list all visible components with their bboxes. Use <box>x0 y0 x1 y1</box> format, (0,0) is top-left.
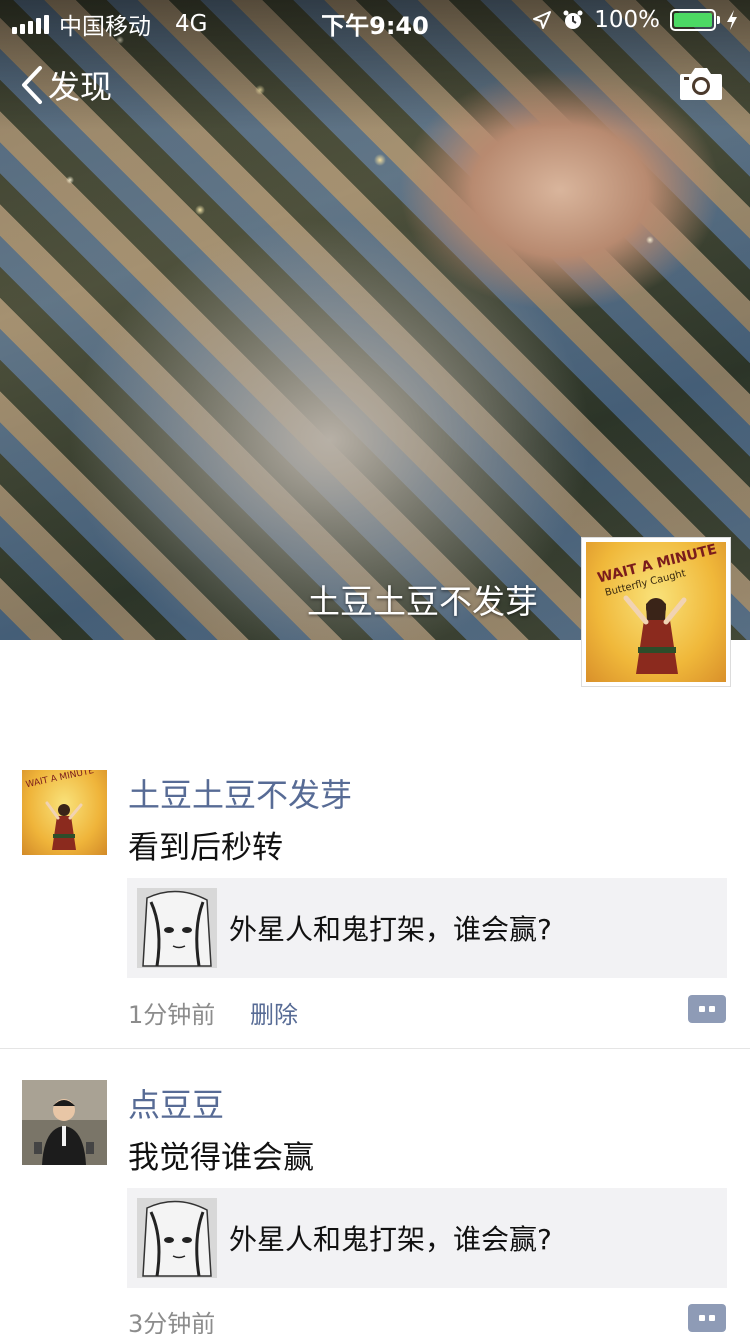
post-text: 我觉得谁会赢 <box>128 1140 314 1176</box>
shared-link-title: 外星人和鬼打架，谁会赢? <box>229 1223 552 1256</box>
girl-figure-icon <box>623 595 687 674</box>
anime-face-icon <box>137 1198 217 1278</box>
avatar-person-icon <box>22 1080 107 1165</box>
battery-percent: 100% <box>594 7 660 33</box>
shared-link-card[interactable]: 外星人和鬼打架，谁会赢? <box>127 1188 727 1288</box>
back-button[interactable]: 发现 <box>18 62 112 108</box>
cover-username[interactable]: 土豆土豆不发芽 <box>307 575 538 623</box>
comment-action-button[interactable] <box>688 1304 726 1332</box>
back-label: 发现 <box>48 68 113 106</box>
chevron-left-icon <box>22 66 42 104</box>
profile-avatar[interactable]: WAIT A MINUTE Butterfly Caught <box>581 537 731 687</box>
alarm-icon <box>563 10 583 29</box>
post-avatar[interactable] <box>22 1080 107 1165</box>
battery-icon <box>670 9 720 31</box>
post-text: 看到后秒转 <box>128 830 283 866</box>
anime-face-icon <box>137 888 217 968</box>
shared-link-card[interactable]: 外星人和鬼打架，谁会赢? <box>127 878 727 978</box>
post-author-name[interactable]: 土豆土豆不发芽 <box>128 770 352 816</box>
post-author-name[interactable]: 点豆豆 <box>128 1080 224 1126</box>
delete-button[interactable]: 删除 <box>250 995 298 1030</box>
avatar-figure-icon: WAIT A MINUTE <box>25 770 95 850</box>
post-divider <box>0 1048 750 1049</box>
shared-thumbnail <box>137 1198 217 1278</box>
location-arrow-icon <box>533 11 552 29</box>
camera-button[interactable] <box>678 66 724 106</box>
shared-link-title: 外星人和鬼打架，谁会赢? <box>229 913 552 946</box>
post-timestamp: 3分钟前 <box>128 1310 216 1334</box>
camera-icon <box>680 68 722 100</box>
status-right: 100% <box>532 7 738 33</box>
status-bar: 中国移动 4G 下午9:40 100% <box>0 0 750 40</box>
avatar-image: WAIT A MINUTE Butterfly Caught <box>586 542 726 682</box>
shared-thumbnail <box>137 888 217 968</box>
post-timestamp: 1分钟前 <box>128 1001 216 1029</box>
charging-icon <box>727 10 737 30</box>
comment-action-button[interactable] <box>688 995 726 1023</box>
svg-text:WAIT A MINUTE: WAIT A MINUTE <box>25 770 95 790</box>
post-avatar[interactable]: WAIT A MINUTE <box>22 770 107 855</box>
